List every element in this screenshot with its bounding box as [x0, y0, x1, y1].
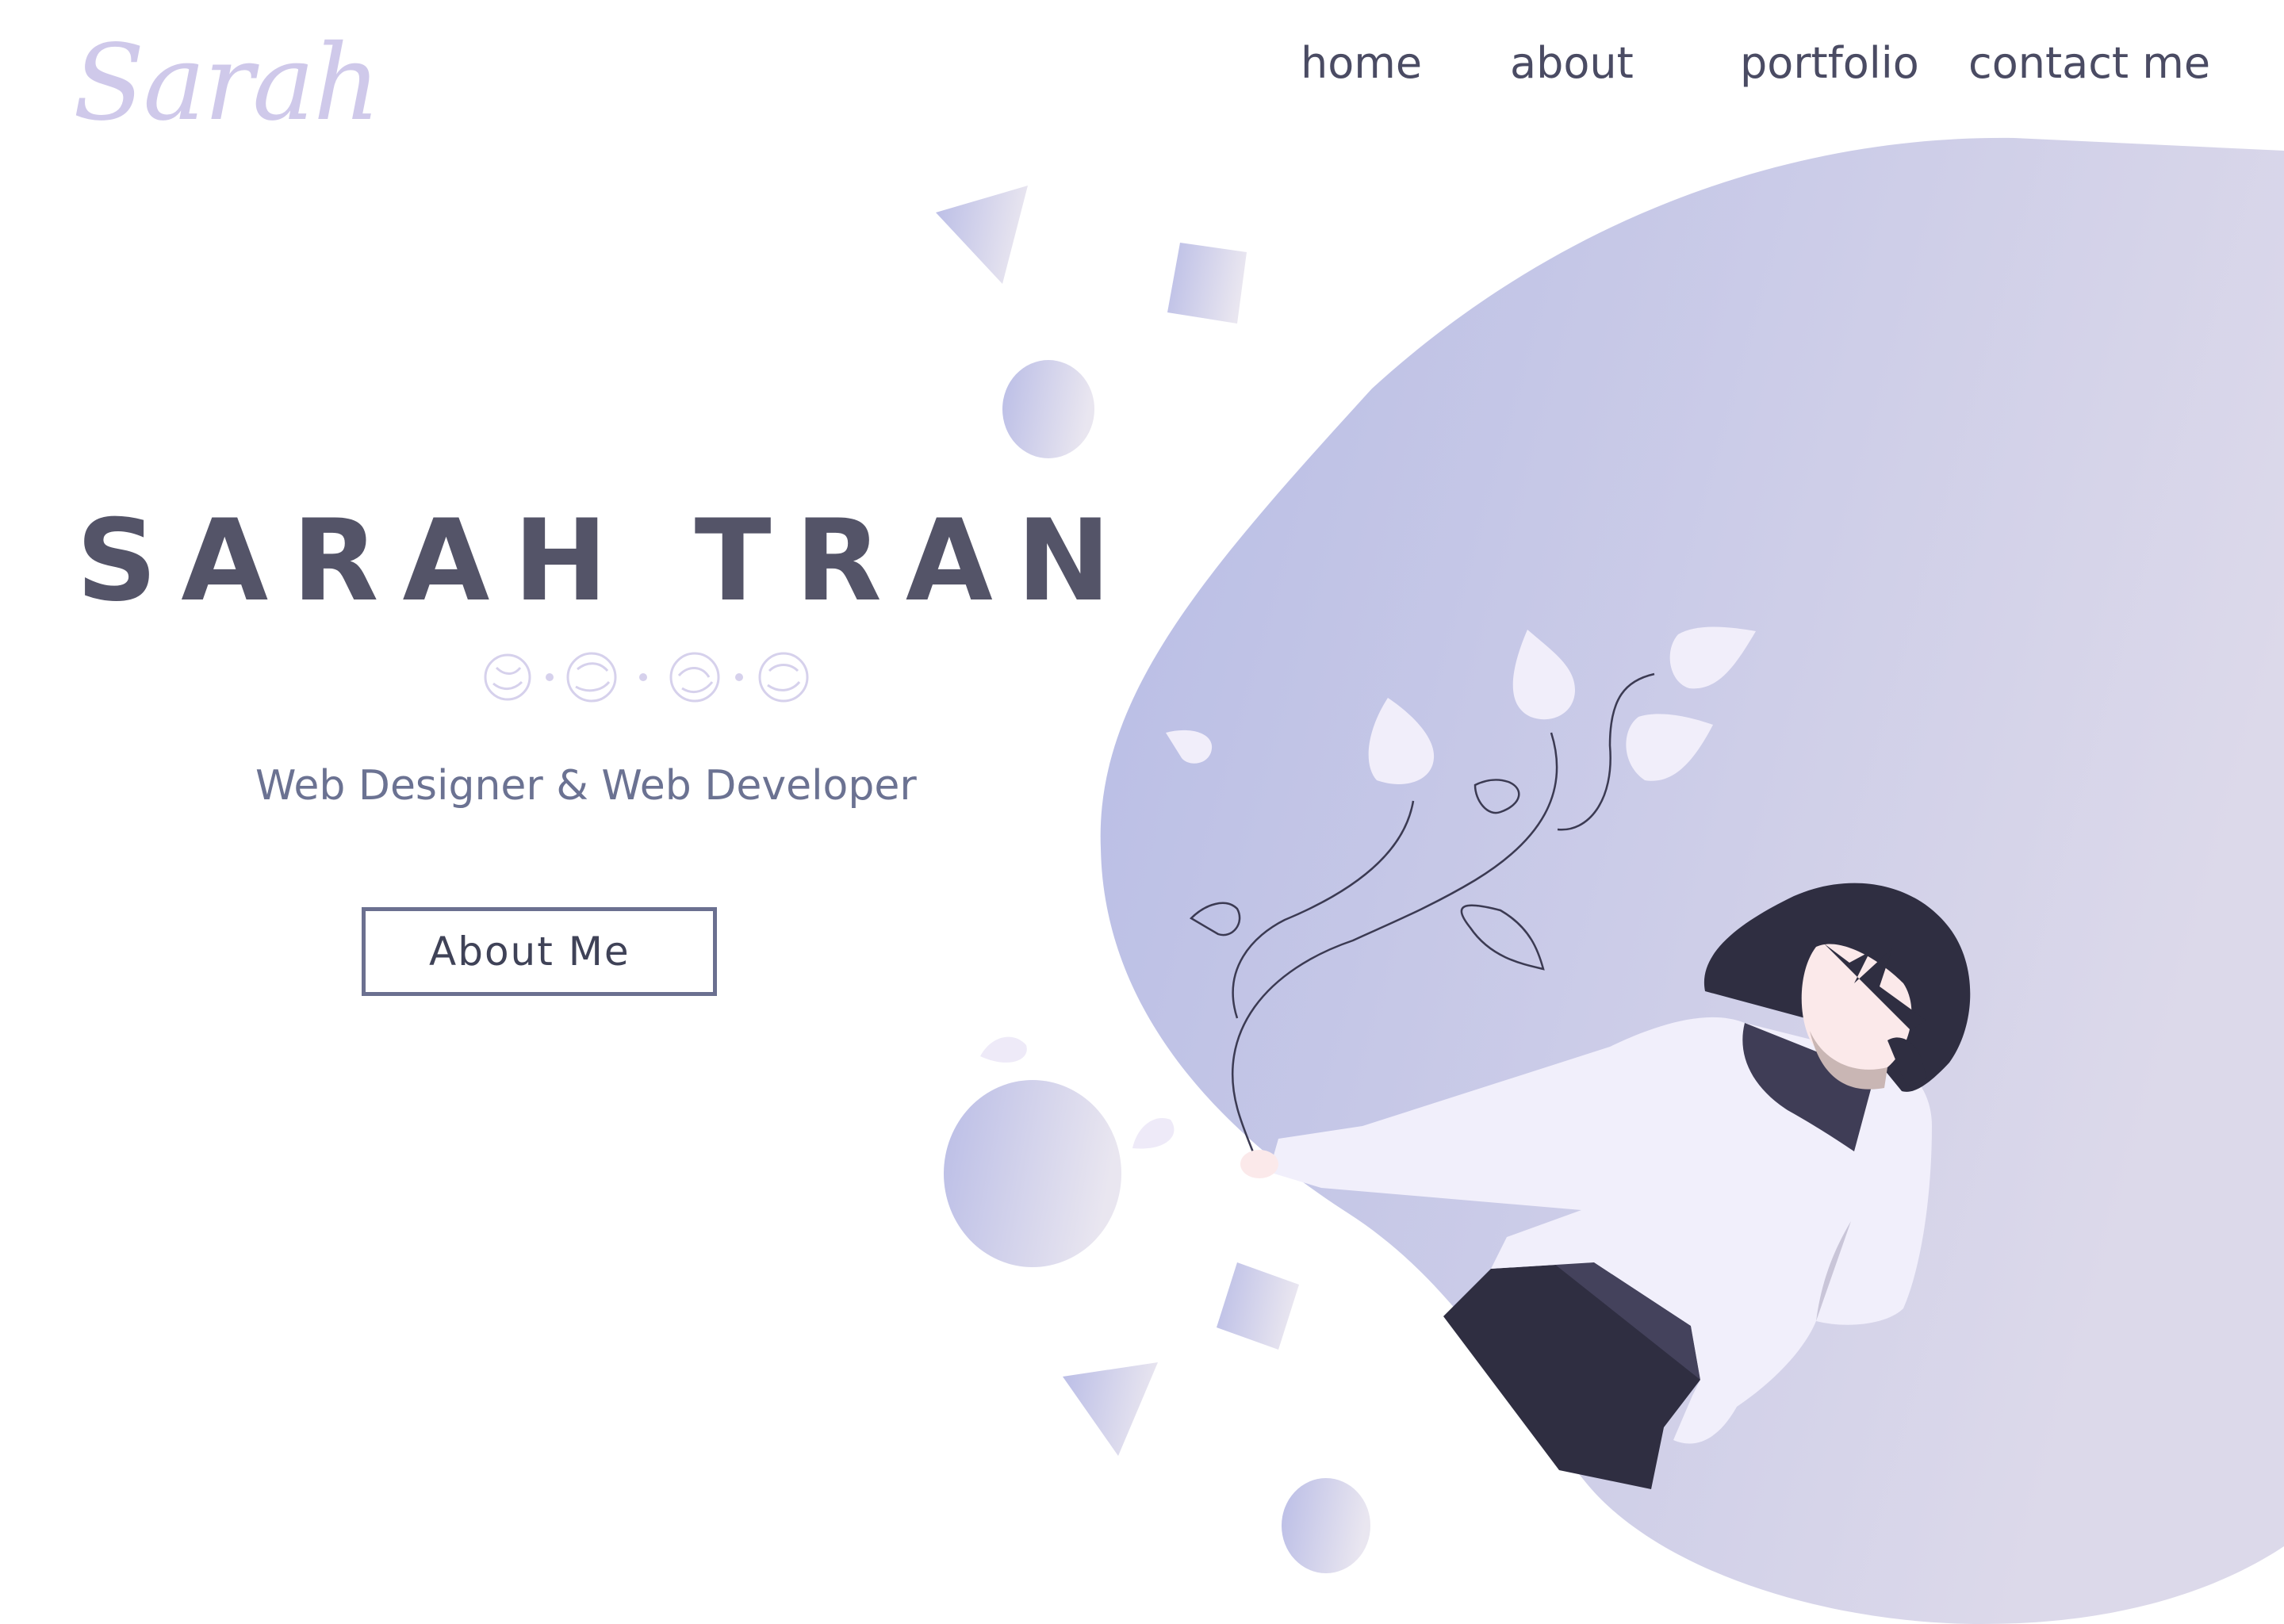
sweater-shadow: [1816, 1221, 1851, 1321]
leaf-shape: [1132, 1117, 1175, 1149]
face-shadow: [1810, 1031, 1887, 1090]
hero-subtitle: Web Designer & Web Developer: [255, 762, 917, 810]
leaf-shape: [980, 1036, 1027, 1063]
nav-about[interactable]: about: [1510, 32, 1634, 95]
leaf-outlines: [1189, 672, 1655, 1162]
triangle-shape-top: [936, 186, 1028, 284]
square-shape-bottom: [1217, 1262, 1299, 1350]
hair: [1703, 883, 1971, 1092]
floating-leaves: [1166, 626, 1756, 784]
circle-shape-top: [1002, 360, 1094, 458]
hand-on-cheek: [1887, 1037, 1927, 1086]
sweater: [1269, 1017, 1932, 1444]
turtleneck: [1742, 1023, 1872, 1151]
nav-contact-me[interactable]: contact me: [1968, 32, 2210, 95]
nav-portfolio[interactable]: portfolio: [1740, 32, 1919, 95]
background-blob: [1100, 137, 2284, 1624]
square-shape-top: [1167, 243, 1247, 324]
triangle-shape-bottom: [1063, 1362, 1158, 1456]
about-me-button[interactable]: About Me: [362, 907, 717, 996]
hand: [1240, 1150, 1278, 1178]
face: [1801, 944, 1912, 1071]
hero-name: SARAH TRAN: [76, 496, 1135, 626]
hair-fringe: [1824, 944, 1926, 1031]
logo[interactable]: Sarah: [73, 16, 381, 152]
floral-divider-icon: [484, 652, 809, 703]
circle-shape-large: [944, 1080, 1121, 1267]
circle-shape-bottom: [1282, 1478, 1370, 1573]
skirt: [1443, 1262, 1700, 1489]
skirt-shadow: [1554, 1262, 1700, 1380]
nav-home[interactable]: home: [1301, 32, 1422, 95]
page: Sarah home about portfolio contact me SA…: [0, 0, 2284, 1624]
